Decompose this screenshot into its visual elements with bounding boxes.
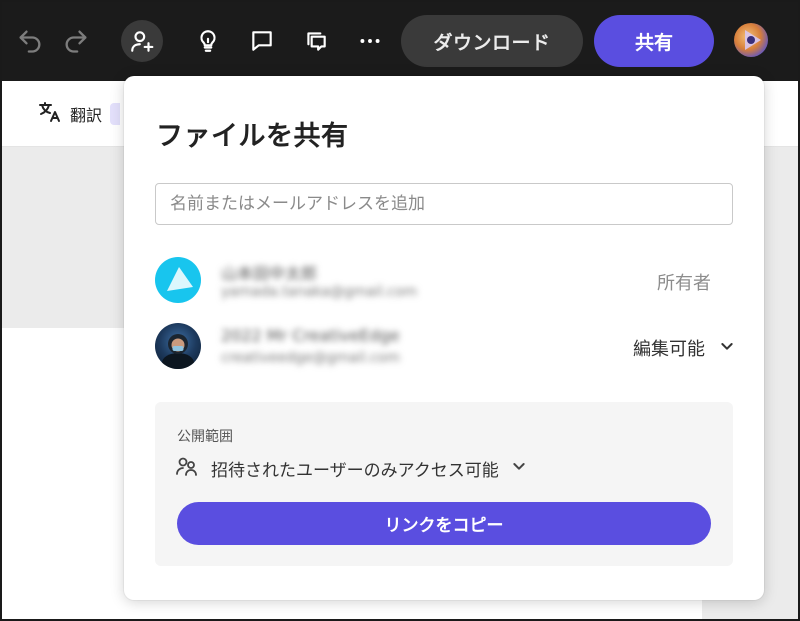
comments-icon[interactable] [298,23,334,59]
avatar [155,323,201,369]
member-email: yamada.tanaka@gmail.com [221,284,418,300]
member-permission-dropdown[interactable]: 編集可能 [633,335,735,361]
user-avatar[interactable] [734,23,768,57]
more-icon[interactable] [352,23,388,59]
member-role-label: 所有者 [657,273,711,294]
access-label: 公開範囲 [177,429,233,445]
access-settings-panel: 公開範囲 招待されたユーザーのみアクセス可能 リンクをコピー [155,402,733,566]
access-value-label: 招待されたユーザーのみアクセス可能 [211,460,499,481]
add-people-input[interactable] [155,183,733,225]
permission-label: 編集可能 [633,339,705,360]
translate-icon [38,100,62,128]
chevron-down-icon [511,458,527,479]
share-button[interactable]: 共有 [594,15,714,67]
member-name: 2022 Mr CreativeEdge [221,326,400,345]
avatar [155,257,201,303]
access-dropdown[interactable]: 招待されたユーザーのみアクセス可能 [175,454,527,482]
dialog-title: ファイルを共有 [156,121,349,152]
translate-button[interactable]: 翻訳 [38,100,121,128]
copy-link-button[interactable]: リンクをコピー [177,502,711,545]
add-user-icon[interactable] [121,20,163,62]
top-toolbar: ダウンロード 共有 [2,2,798,81]
download-button[interactable]: ダウンロード [401,15,583,67]
translate-label: 翻訳 [70,106,103,125]
share-dialog: ファイルを共有 山本田中太郎 yamada.tanaka@gmail.com 所… [124,76,764,600]
comment-icon[interactable] [244,23,280,59]
member-row-editor: 2022 Mr CreativeEdge creativeedge@gmail.… [155,323,735,373]
chevron-down-icon [719,338,735,359]
undo-icon[interactable] [12,23,48,59]
member-email: creativeedge@gmail.com [221,350,400,366]
people-icon [175,454,199,483]
lightbulb-icon[interactable] [190,23,226,59]
member-row-owner: 山本田中太郎 yamada.tanaka@gmail.com 所有者 [155,257,735,307]
redo-icon[interactable] [58,23,94,59]
member-name: 山本田中太郎 [221,264,318,283]
app-window: ダウンロード 共有 翻訳 ファイルを共有 名前またはメールアドレスを追加 山本田… [0,0,800,621]
translate-badge [110,103,121,125]
